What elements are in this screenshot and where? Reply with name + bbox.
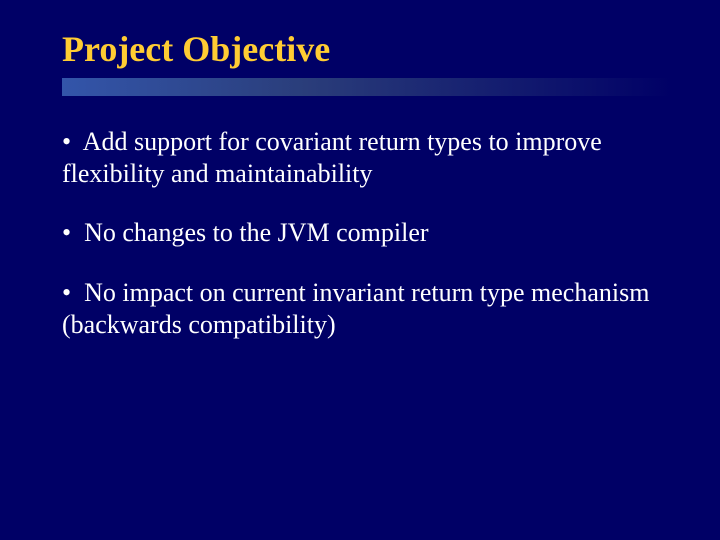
bullet-text: No changes to the JVM compiler <box>78 218 429 247</box>
bullet-item: • No changes to the JVM compiler <box>62 217 662 249</box>
bullet-item: • No impact on current invariant return … <box>62 277 662 340</box>
slide-title: Project Objective <box>62 28 720 70</box>
content-area: • Add support for covariant return types… <box>62 126 662 369</box>
title-area: Project Objective <box>0 0 720 70</box>
bullet-item: • Add support for covariant return types… <box>62 126 662 189</box>
bullet-mark-icon: • <box>62 278 71 307</box>
slide: Project Objective • Add support for cova… <box>0 0 720 540</box>
title-underline <box>62 78 672 96</box>
bullet-text: No impact on current invariant return ty… <box>62 278 649 339</box>
bullet-text: Add support for covariant return types t… <box>62 127 602 188</box>
bullet-mark-icon: • <box>62 127 71 156</box>
bullet-mark-icon: • <box>62 218 71 247</box>
